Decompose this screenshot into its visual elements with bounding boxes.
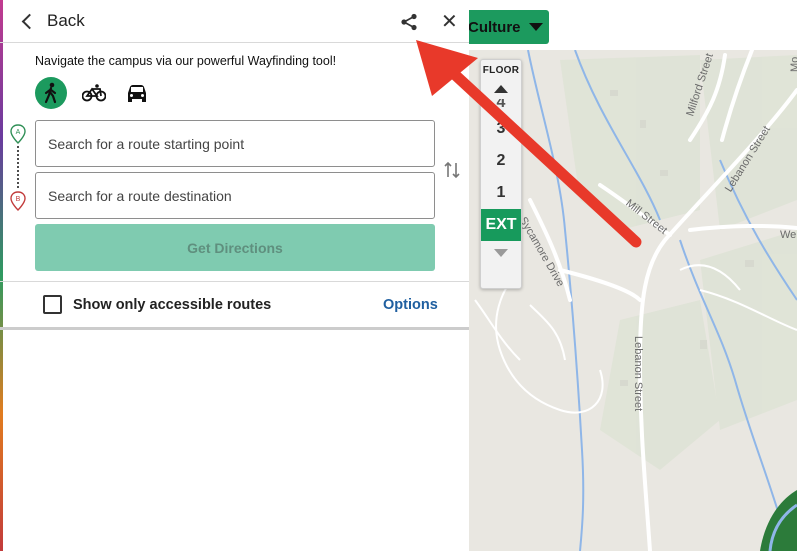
panel-header: Back ✕ <box>0 0 469 43</box>
chevron-left-icon <box>21 13 38 29</box>
street-label-we: We <box>780 229 797 241</box>
route-destination-input[interactable] <box>35 172 435 219</box>
culture-label: Culture <box>468 18 521 36</box>
swap-icon[interactable] <box>444 161 460 179</box>
travel-mode-selector <box>35 77 164 109</box>
floor-level-4[interactable]: 4 <box>481 99 521 113</box>
street-label-lebanon-lower: Lebanon Street <box>632 336 644 412</box>
close-icon[interactable]: ✕ <box>441 12 458 32</box>
accessible-checkbox[interactable] <box>43 295 62 314</box>
caret-down-icon <box>528 23 543 31</box>
floor-down-icon[interactable] <box>494 249 508 257</box>
accessible-routes-toggle[interactable]: Show only accessible routes <box>43 295 271 314</box>
bike-mode-button[interactable] <box>78 77 110 109</box>
marker-a-label: A <box>16 129 21 136</box>
get-directions-button[interactable]: Get Directions <box>35 224 435 271</box>
route-markers: A B <box>10 124 26 211</box>
options-link[interactable]: Options <box>383 297 438 313</box>
panel-bottom-rule <box>0 327 469 330</box>
accessible-label: Show only accessible routes <box>73 296 272 313</box>
floor-level-1[interactable]: 1 <box>481 177 521 209</box>
walking-icon <box>44 82 57 104</box>
wayfinding-panel: Back ✕ Navigate the campus via our power… <box>0 0 469 551</box>
walk-mode-button[interactable] <box>35 77 67 109</box>
marker-b-label: B <box>16 196 21 203</box>
back-label: Back <box>47 11 85 30</box>
intro-text: Navigate the campus via our powerful Way… <box>35 54 337 68</box>
floor-up-icon[interactable] <box>494 85 508 93</box>
floor-level-3[interactable]: 3 <box>481 113 521 145</box>
floor-level-2[interactable]: 2 <box>481 145 521 177</box>
floor-selector: FLOOR 4 3 2 1 EXT <box>480 59 522 289</box>
street-label-mo: Mo <box>789 56 797 72</box>
bicycle-icon <box>82 84 106 102</box>
section-divider <box>0 281 469 282</box>
car-mode-button[interactable] <box>121 77 153 109</box>
share-icon[interactable] <box>400 13 418 31</box>
floor-title: FLOOR <box>482 65 520 76</box>
edge-color-strip <box>0 0 3 551</box>
floor-level-ext[interactable]: EXT <box>481 209 521 241</box>
route-start-input[interactable] <box>35 120 435 167</box>
culture-category-button[interactable]: Culture <box>456 10 549 44</box>
back-button[interactable]: Back <box>20 11 85 31</box>
car-icon <box>128 85 146 102</box>
